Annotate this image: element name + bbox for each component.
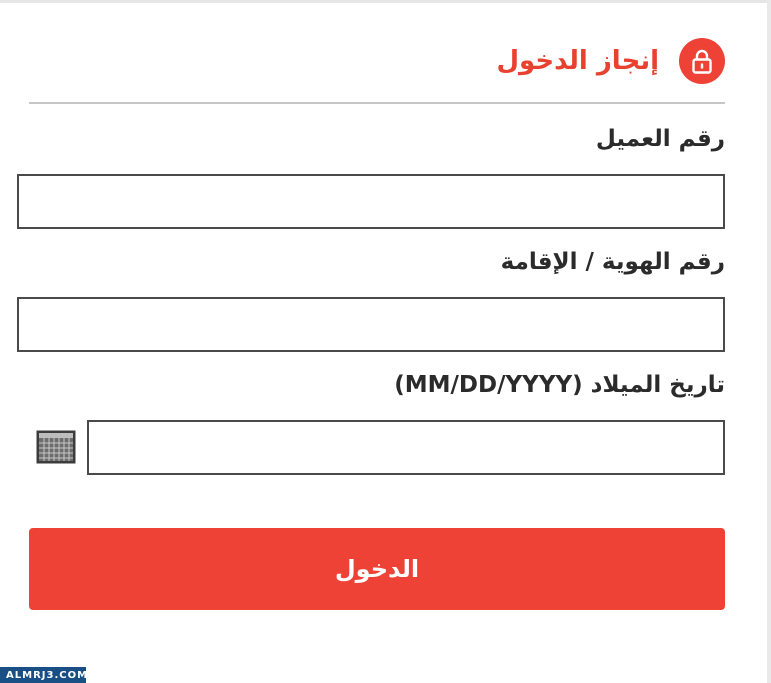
id-number-label: رقم الهوية / الإقامة xyxy=(500,249,725,275)
customer-number-input[interactable] xyxy=(17,174,725,229)
window-top-border xyxy=(0,0,771,3)
customer-number-label: رقم العميل xyxy=(595,126,725,152)
login-header: إنجاز الدخول xyxy=(496,38,725,84)
page-title: إنجاز الدخول xyxy=(496,46,660,76)
watermark-text: ALMRJ3.COM xyxy=(6,669,89,681)
watermark-logo: ALMRJ3.COM xyxy=(0,667,89,683)
birth-date-label: تاريخ الميلاد (MM/DD/YYYY) xyxy=(394,372,725,398)
window-right-border xyxy=(767,0,771,683)
lock-icon xyxy=(679,38,725,84)
birth-date-input[interactable] xyxy=(87,420,725,475)
id-number-input[interactable] xyxy=(17,297,725,352)
header-divider xyxy=(29,102,725,104)
calendar-icon[interactable] xyxy=(36,430,76,464)
login-button[interactable]: الدخول xyxy=(29,528,725,610)
